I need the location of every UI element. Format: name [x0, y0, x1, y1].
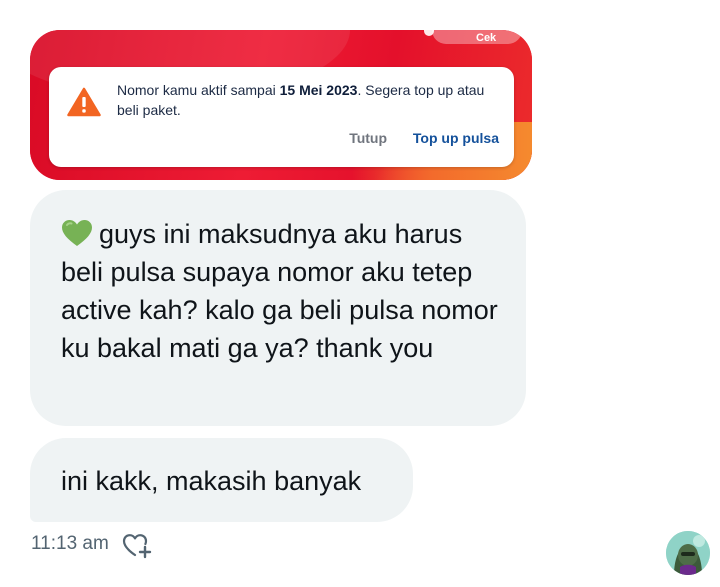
message-bubble[interactable]: guys ini maksudnya aku harus beli pulsa … [30, 190, 526, 426]
banner-top-button: Cek [432, 30, 522, 44]
expiry-notification-card: Nomor kamu aktif sampai 15 Mei 2023. Seg… [49, 67, 514, 167]
avatar-image [666, 531, 710, 575]
notification-message: Nomor kamu aktif sampai 15 Mei 2023. Seg… [117, 80, 497, 120]
message-bubble[interactable]: ini kakk, makasih banyak [30, 438, 413, 522]
top-up-button[interactable]: Top up pulsa [413, 130, 499, 146]
message-text: ini kakk, makasih banyak [61, 466, 362, 496]
notification-actions: Tutup Top up pulsa [349, 130, 499, 146]
dm-conversation: Cek Nomor kamu aktif sampai 15 Mei 2023.… [0, 0, 720, 587]
message-text: guys ini maksudnya aku harus beli pulsa … [61, 219, 498, 363]
close-button[interactable]: Tutup [349, 130, 387, 146]
green-heart-icon [62, 220, 92, 246]
warning-triangle-icon [67, 87, 101, 117]
message-timestamp: 11:13 am [31, 533, 109, 554]
avatar[interactable] [666, 531, 710, 575]
add-reaction-heart-icon[interactable] [122, 533, 152, 559]
message-prefix: Nomor kamu aktif sampai [117, 82, 280, 98]
attached-screenshot[interactable]: Cek Nomor kamu aktif sampai 15 Mei 2023.… [30, 30, 532, 180]
message-date: 15 Mei 2023 [279, 82, 358, 98]
